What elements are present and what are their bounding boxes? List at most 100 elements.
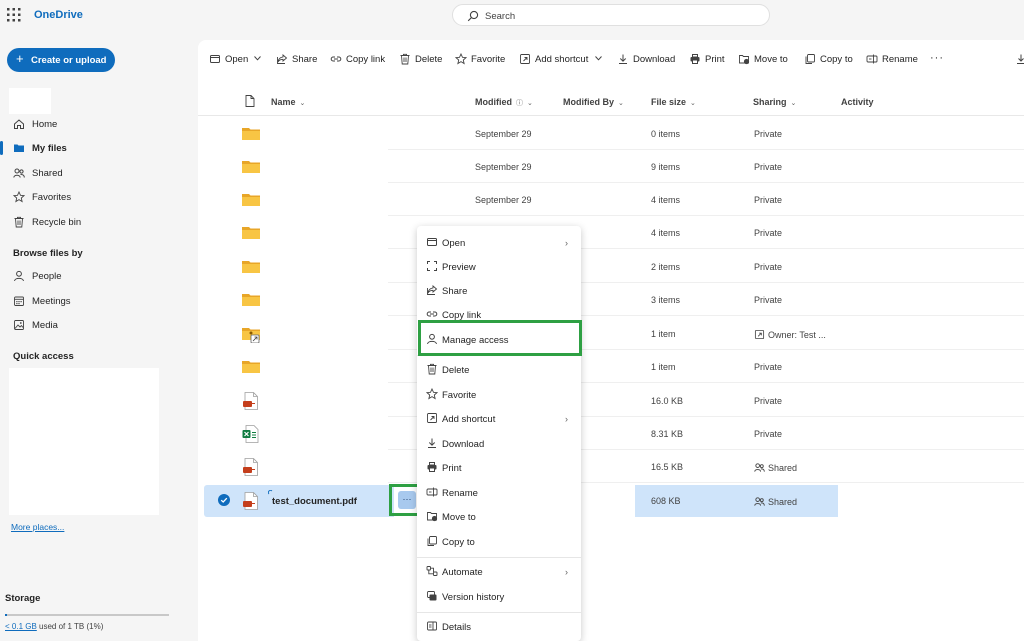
menu-item-favorite[interactable]: Favorite (417, 382, 581, 406)
print-button[interactable]: Print (689, 52, 727, 68)
copy-link-button[interactable]: Copy link (330, 52, 388, 68)
account-placeholder (9, 88, 51, 114)
plus-icon: + (16, 51, 24, 66)
column-sharing[interactable]: Sharing ⌄ (753, 97, 796, 107)
search-box[interactable]: Search (452, 4, 770, 26)
download-button[interactable]: Download (617, 52, 677, 68)
search-placeholder: Search (485, 11, 516, 22)
open-icon (210, 55, 220, 63)
table-row[interactable]: 16.5 KB Shared (198, 450, 1024, 483)
move-to-button[interactable]: Move to (738, 52, 794, 68)
file-type-icon[interactable] (245, 95, 255, 107)
favorite-label: Favorite (471, 54, 506, 65)
table-row[interactable]: 4 items Private (198, 216, 1024, 249)
move-icon (739, 55, 750, 65)
menu-item-print[interactable]: Print (417, 455, 581, 479)
rename-button[interactable]: Rename (866, 52, 920, 68)
menu-divider (417, 612, 581, 613)
menu-item-share[interactable]: Share (417, 278, 581, 302)
add-shortcut-button[interactable]: Add shortcut (519, 52, 605, 68)
column-modified-by[interactable]: Modified By ⌄ (563, 97, 624, 107)
sharing-label: Private (754, 262, 783, 272)
chevron-down-icon: ⌄ (527, 100, 533, 107)
sidebar-item-home[interactable]: Home (0, 114, 190, 134)
shortcut-icon (520, 54, 530, 64)
sidebar-item-media[interactable]: Media (0, 315, 190, 335)
copy-to-button[interactable]: Copy to (804, 52, 856, 68)
download-icon[interactable] (1015, 53, 1024, 65)
table-row[interactable]: 2 items Private (198, 250, 1024, 283)
file-name[interactable]: test_document.pdf (272, 496, 357, 507)
column-activity[interactable]: Activity (841, 97, 874, 107)
top-bar: OneDrive Search (0, 0, 1024, 30)
menu-item-download[interactable]: Download (417, 431, 581, 455)
menu-item-delete[interactable]: Delete (417, 357, 581, 381)
table-row[interactable]: 1 item Owner: Test ... (198, 317, 1024, 350)
sidebar-item-label: Favorites (32, 192, 72, 203)
sidebar-item-favorites[interactable]: Favorites (0, 187, 190, 207)
table-row[interactable]: 8.31 KB Private (198, 417, 1024, 450)
more-places-link[interactable]: More places... (11, 522, 64, 532)
open-icon (427, 238, 437, 246)
open-button[interactable]: Open (209, 52, 263, 68)
sidebar-item-shared[interactable]: Shared (0, 163, 190, 183)
move-icon (427, 512, 438, 522)
folder-icon (242, 258, 260, 276)
delete-button[interactable]: Delete (399, 52, 447, 68)
table-row[interactable]: test_document.pdf ··· 608 KB Shared (198, 484, 1024, 517)
move-to-label: Move to (754, 54, 788, 65)
automate-icon (426, 566, 438, 576)
sharing-cell: Shared (754, 462, 797, 473)
folder-icon (242, 224, 260, 242)
more-commands-button[interactable]: ··· (930, 52, 944, 64)
menu-item-move-to[interactable]: Move to (417, 504, 581, 528)
column-modified-label: Modified (475, 97, 512, 107)
trash-icon (427, 363, 437, 375)
menu-item-automate[interactable]: Automate › (417, 559, 581, 583)
app-launcher-icon[interactable] (6, 7, 22, 23)
menu-item-copy-to[interactable]: Copy to (417, 529, 581, 553)
menu-item-add-shortcut[interactable]: Add shortcut › (417, 406, 581, 430)
app-title[interactable]: OneDrive (34, 9, 83, 21)
sharing-cell: Private (754, 228, 782, 238)
sharing-label: Shared (768, 497, 798, 507)
column-modified[interactable]: Modified ⓘ ⌄ (475, 97, 533, 108)
table-row[interactable]: 3 items Private (198, 283, 1024, 316)
folder-icon (242, 125, 260, 143)
storage-used-link[interactable]: < 0.1 GB (5, 622, 37, 631)
column-name[interactable]: Name ⌄ (271, 97, 305, 107)
star-icon (426, 388, 438, 400)
sharing-label: Shared (768, 463, 798, 473)
table-row[interactable]: 16.0 KB Private (198, 384, 1024, 417)
file-size-cell: 608 KB (651, 496, 681, 506)
share-button[interactable]: Share (276, 52, 318, 68)
sharing-cell: Private (754, 195, 782, 205)
context-menu: Open › Preview Share Copy link Manage ac… (417, 226, 581, 641)
checkmark-icon[interactable] (218, 494, 230, 506)
folder-icon (242, 158, 260, 176)
table-row[interactable]: September 29 0 items Private (198, 117, 1024, 150)
table-row[interactable]: 1 item Private (198, 350, 1024, 383)
menu-item-version-history[interactable]: Version history (417, 584, 581, 608)
preview-icon (427, 261, 437, 271)
sharing-cell: Private (754, 162, 782, 172)
table-row[interactable]: September 29 9 items Private (198, 150, 1024, 183)
sidebar-item-label: Media (32, 320, 58, 331)
modified-cell: September 29 (475, 162, 532, 172)
create-or-upload-button[interactable]: + Create or upload (7, 48, 115, 72)
sharing-cell: Owner: Test ... (754, 329, 826, 340)
column-file-size[interactable]: File size ⌄ (651, 97, 696, 107)
favorite-button[interactable]: Favorite (455, 52, 509, 68)
sidebar-item-my-files[interactable]: My files (0, 138, 190, 158)
sidebar-item-recycle-bin[interactable]: Recycle bin (0, 212, 190, 232)
sidebar-item-people[interactable]: People (0, 266, 190, 286)
menu-item-open[interactable]: Open › (417, 230, 581, 254)
menu-item-details[interactable]: Details (417, 614, 581, 638)
menu-item-rename[interactable]: Rename (417, 480, 581, 504)
download-icon (619, 54, 627, 64)
pdf-file-icon (242, 492, 260, 510)
add-shortcut-label: Add shortcut (535, 54, 589, 65)
table-row[interactable]: September 29 4 items Private (198, 183, 1024, 216)
sidebar-item-meetings[interactable]: Meetings (0, 291, 190, 311)
menu-item-preview[interactable]: Preview (417, 254, 581, 278)
